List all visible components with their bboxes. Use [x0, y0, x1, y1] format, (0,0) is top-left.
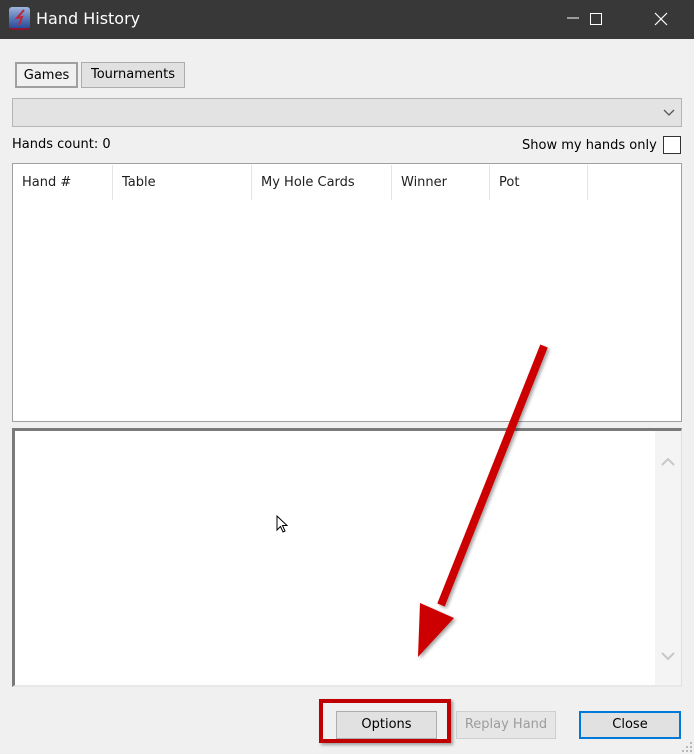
show-my-hands-label: Show my hands only — [522, 138, 657, 153]
column-header-table[interactable]: Table — [113, 165, 252, 200]
replay-hand-button[interactable]: Replay Hand — [456, 711, 556, 739]
close-window-button[interactable] — [638, 0, 684, 39]
hands-table[interactable]: Hand # Table My Hole Cards Winner Pot — [12, 163, 682, 422]
resize-grip-icon[interactable] — [682, 742, 692, 752]
tab-tournaments[interactable]: Tournaments — [81, 62, 185, 88]
mouse-cursor-icon — [276, 515, 289, 533]
close-icon — [654, 12, 668, 26]
tab-games[interactable]: Games — [15, 62, 78, 88]
scroll-down-icon[interactable] — [661, 651, 675, 661]
vertical-scrollbar[interactable] — [655, 431, 681, 685]
filter-dropdown[interactable] — [12, 98, 682, 127]
maximize-icon — [590, 13, 602, 25]
column-header-hand-number[interactable]: Hand # — [13, 165, 113, 200]
title-bar: Hand History — [0, 0, 694, 39]
app-logo-icon — [9, 7, 30, 30]
column-header-hole-cards[interactable]: My Hole Cards — [252, 165, 392, 200]
options-highlight-box — [319, 699, 451, 743]
column-header-pot[interactable]: Pot — [490, 165, 588, 200]
hands-count-label: Hands count: 0 — [12, 137, 111, 152]
scroll-up-icon[interactable] — [661, 457, 675, 467]
chevron-down-icon — [663, 109, 675, 116]
column-header-winner[interactable]: Winner — [392, 165, 490, 200]
maximize-button[interactable] — [573, 0, 619, 39]
show-my-hands-checkbox[interactable] — [663, 136, 681, 154]
hand-detail-textarea[interactable] — [12, 428, 682, 687]
close-button[interactable]: Close — [579, 711, 681, 739]
window-title: Hand History — [36, 9, 141, 28]
